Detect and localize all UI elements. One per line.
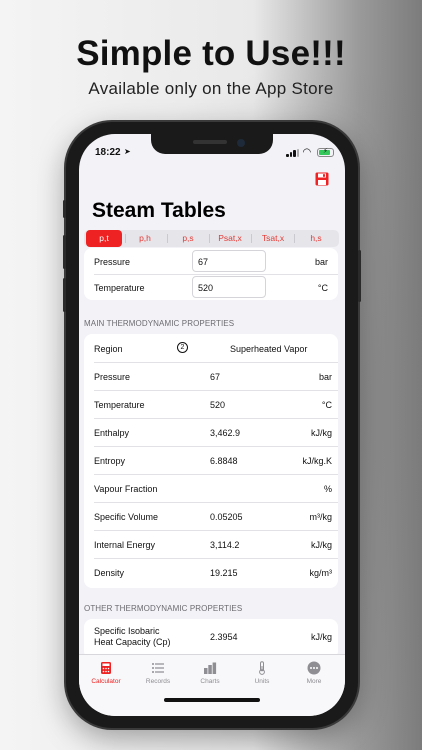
property-row: Enthalpy 3,462.9 kJ/kg [84,418,338,446]
tab-more[interactable]: More [288,661,340,691]
property-row: Density 19.215 kg/m³ [84,558,338,586]
property-value: 0.05205 [210,512,243,522]
tab-bar: Calculator Records Charts Units More [79,654,345,716]
bar-chart-icon [204,662,217,674]
property-label-line2: Heat Capacity (Cp) [94,637,171,647]
status-time: 18:22 [95,147,121,158]
property-value: 520 [210,400,226,410]
property-label: Vapour Fraction [94,484,158,494]
tab-calculator[interactable]: Calculator [80,661,132,691]
property-unit: kJ/kg [310,540,332,550]
property-unit: m³/kg [309,512,333,522]
mute-switch [63,200,66,218]
property-row: Temperature 520 °C [84,390,338,418]
property-row: Pressure 67 bar [84,362,338,390]
tab-label: Calculator [91,678,121,685]
mode-option-hs[interactable]: h,s [298,230,334,247]
region-number-badge: 2 [177,342,188,353]
property-row: Entropy 6.8848 kJ/kg.K [84,446,338,474]
tab-label: Units [254,678,270,685]
property-row: Vapour Fraction % [84,474,338,502]
property-value: 3,462.9 [210,428,241,438]
mode-option-psat-x[interactable]: Psat,x [212,230,248,247]
list-icon [152,663,164,673]
input-unit-temperature: °C [317,283,328,293]
property-label: Density [94,568,125,578]
property-unit: °C [321,400,332,410]
property-unit: kJ/kg [310,428,332,438]
property-label: Enthalpy [94,428,130,438]
mode-option-tsat-x[interactable]: Tsat,x [255,230,291,247]
property-value: 67 [210,372,221,382]
wifi-icon: ◠ [303,147,311,158]
property-label: Specific Isobaric Heat Capacity (Cp) [94,626,171,648]
page-title: Steam Tables [92,199,226,222]
calculator-icon [101,662,111,674]
location-arrow-icon: ➤ [124,147,131,156]
volume-down-button [63,278,66,312]
property-unit: bar [318,372,332,382]
more-icon [307,661,321,675]
property-label: Entropy [94,456,126,466]
property-label: Pressure [94,372,131,382]
property-label: Internal Energy [94,540,156,550]
input-row-pressure: Pressure 67 bar [84,249,338,275]
property-unit: % [323,484,332,494]
promo-headline: Simple to Use!!! [76,34,346,73]
region-label: Region [94,344,123,354]
promo-subheadline: Available only on the App Store [88,79,334,98]
tab-records[interactable]: Records [132,661,184,691]
temperature-input[interactable]: 520 [192,276,266,298]
mode-option-pt[interactable]: p,t [86,230,122,247]
volume-up-button [63,235,66,269]
property-row: Specific Volume 0.05205 m³/kg [84,502,338,530]
mode-option-ps[interactable]: p,s [170,230,206,247]
region-value: Superheated Vapor [230,344,308,354]
input-row-temperature: Temperature 520 °C [84,275,338,301]
property-label: Temperature [94,400,145,410]
save-icon[interactable] [315,172,329,186]
home-indicator [164,698,260,702]
property-value: 19.215 [210,568,238,578]
input-unit-pressure: bar [314,257,328,267]
tab-label: Records [145,678,171,685]
tab-label: More [306,678,322,685]
property-unit: kg/m³ [309,568,333,578]
property-row: Specific Isobaric Heat Capacity (Cp) 2.3… [84,619,338,659]
battery-icon: ⚡ [317,148,334,157]
pressure-input[interactable]: 67 [192,250,266,272]
property-value: 3,114.2 [210,540,240,550]
property-label: Specific Volume [94,512,159,522]
main-properties-card: Region 2 Superheated Vapor Pressure 67 b… [84,334,338,588]
tab-units[interactable]: Units [236,661,288,691]
property-unit: kJ/kg [310,632,332,642]
property-row: Internal Energy 3,114.2 kJ/kg [84,530,338,558]
region-row: Region 2 Superheated Vapor [84,334,338,362]
tab-charts[interactable]: Charts [184,661,236,691]
main-properties-header: MAIN THERMODYNAMIC PROPERTIES [84,319,235,328]
cellular-signal-icon [286,149,300,157]
property-value: 2.3954 [210,632,238,642]
property-label-line1: Specific Isobaric [94,626,160,636]
input-label-temperature: Temperature [94,283,145,293]
mode-option-ph[interactable]: p,h [127,230,163,247]
thermometer-icon [259,661,265,675]
property-unit: kJ/kg.K [302,456,332,466]
property-value: 6.8848 [210,456,238,466]
input-label-pressure: Pressure [94,257,131,267]
mode-segmented-control: p,t p,h p,s Psat,x Tsat,x h,s [84,230,339,247]
phone-screen: 18:22 ➤ ◠ ⚡ Steam Tables p,t p,h p,s Psa… [79,134,345,716]
power-button [358,250,361,302]
tab-label: Charts [200,678,220,685]
input-card: Pressure 67 bar Temperature 520 °C [84,248,338,300]
other-properties-header: OTHER THERMODYNAMIC PROPERTIES [84,604,243,613]
other-properties-card: Specific Isobaric Heat Capacity (Cp) 2.3… [84,619,338,659]
status-bar: 18:22 ➤ ◠ ⚡ [79,145,345,161]
